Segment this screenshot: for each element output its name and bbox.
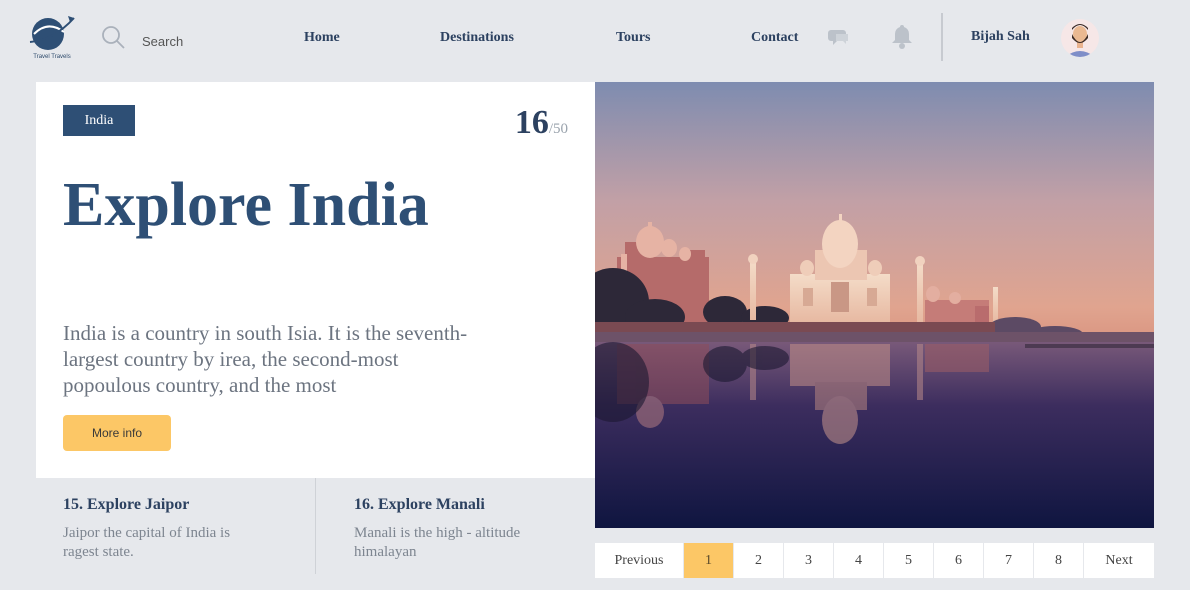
page-title: Explore India xyxy=(63,171,429,239)
pagination: Previous 1 2 3 4 5 6 7 8 Next xyxy=(595,543,1154,578)
page-button-4[interactable]: 4 xyxy=(834,543,884,578)
more-info-button[interactable]: More info xyxy=(63,415,171,451)
page-button-7[interactable]: 7 xyxy=(984,543,1034,578)
avatar[interactable] xyxy=(1060,18,1100,58)
logo-text: Travel Travels xyxy=(33,54,71,60)
next-button[interactable]: Next xyxy=(1084,543,1154,578)
header-divider xyxy=(941,13,943,61)
search-icon[interactable] xyxy=(100,24,126,50)
user-name[interactable]: Bijah Sah xyxy=(971,29,1030,45)
page-button-2[interactable]: 2 xyxy=(734,543,784,578)
logo-icon[interactable]: Travel Travels xyxy=(24,12,80,64)
nav-contact[interactable]: Contact xyxy=(751,30,798,46)
hero-description: India is a country in south Isia. It is … xyxy=(63,321,468,397)
nav-home[interactable]: Home xyxy=(304,30,340,46)
related-title[interactable]: 16. Explore Manali xyxy=(354,496,485,514)
previous-button[interactable]: Previous xyxy=(595,543,684,578)
related-description: Manali is the high - altitude himalayan xyxy=(354,525,521,560)
related-item-manali[interactable]: 16. Explore Manali Manali is the high - … xyxy=(316,478,596,574)
chat-icon[interactable] xyxy=(828,26,850,48)
counter-total: /50 xyxy=(548,121,568,137)
page-button-3[interactable]: 3 xyxy=(784,543,834,578)
country-badge[interactable]: India xyxy=(63,105,135,136)
hero-card: India 16/50 Explore India India is a cou… xyxy=(36,82,596,478)
counter-current: 16 xyxy=(514,104,549,141)
related-item-jaipor[interactable]: 15. Explore Jaipor Jaipor the capital of… xyxy=(36,478,316,574)
nav-destinations[interactable]: Destinations xyxy=(440,30,514,46)
search-input[interactable] xyxy=(136,30,256,52)
related-description: Jaipor the capital of India is ragest st… xyxy=(63,525,231,560)
nav-tours[interactable]: Tours xyxy=(616,30,651,46)
page-button-6[interactable]: 6 xyxy=(934,543,984,578)
top-navbar: Travel Travels Home Destinations Tours C… xyxy=(0,0,1190,80)
slide-counter: 16/50 xyxy=(515,104,568,142)
page-button-8[interactable]: 8 xyxy=(1034,543,1084,578)
related-title[interactable]: 15. Explore Jaipor xyxy=(63,496,189,514)
bell-icon[interactable] xyxy=(889,22,915,50)
page-button-1[interactable]: 1 xyxy=(684,543,734,578)
page-button-5[interactable]: 5 xyxy=(884,543,934,578)
destination-photo xyxy=(595,82,1154,528)
